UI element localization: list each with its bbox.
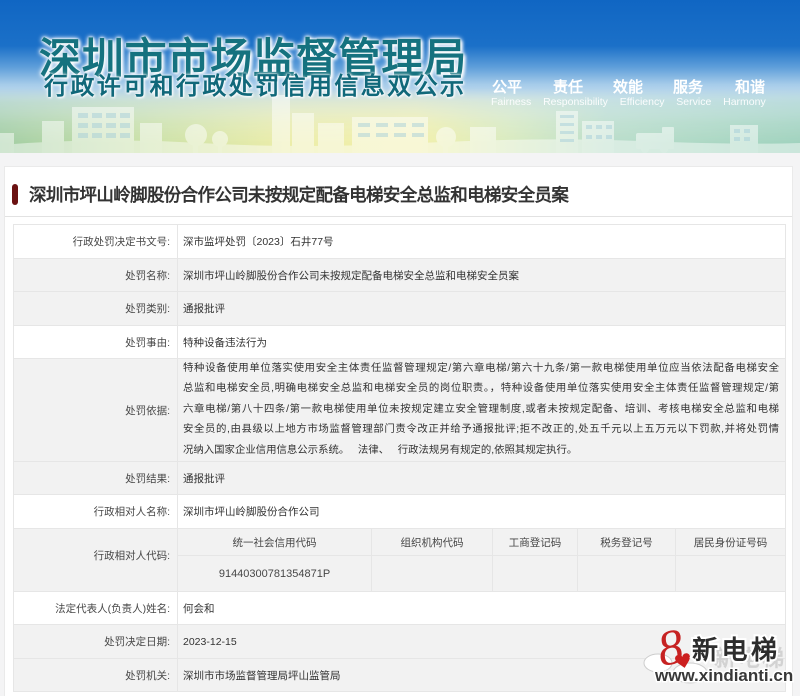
svg-text:www.xindianti.cn: www.xindianti.cn <box>654 666 793 685</box>
svg-text:新电梯: 新电梯 <box>692 635 781 665</box>
